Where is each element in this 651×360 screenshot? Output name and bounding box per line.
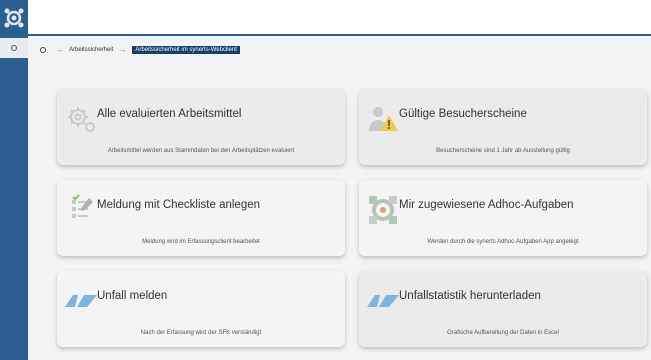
- breadcrumb: → Arbeitssicherheit → Arbeitssicherheit …: [40, 43, 240, 57]
- tile-title: Alle evaluierten Arbeitsmittel: [97, 108, 242, 120]
- tile-title: Gültige Besucherscheine: [399, 108, 527, 120]
- breadcrumb-separator: →: [56, 46, 63, 54]
- tile-mir-zugewiesene-adhoc-aufgaben[interactable]: Mir zugewiesene Adhoc-Aufgaben Werden du…: [359, 180, 647, 256]
- home-icon[interactable]: [40, 47, 46, 53]
- tile-description: Nach der Erfassung wird der SFK verständ…: [140, 330, 262, 336]
- tile-description: Meldung wird im Erfassungsclient bearbei…: [142, 239, 260, 245]
- tile-description: Werden durch die synerts Adhoc-Aufgaben …: [427, 239, 579, 245]
- av-logo-icon: [365, 283, 401, 319]
- sidebar-home-item[interactable]: [0, 38, 28, 58]
- breadcrumb-item-current: Arbeitssicherheit im synerts-Webclient: [132, 46, 240, 54]
- sidebar: [0, 0, 28, 360]
- tile-title: Meldung mit Checkliste anlegen: [97, 199, 261, 211]
- tile-description: Grafische Aufbereitung der Daten in Exce…: [447, 330, 559, 336]
- tile-unfallstatistik-herunterladen[interactable]: Unfallstatistik herunterladen Grafische …: [359, 271, 647, 347]
- tile-description: Besucherscheine sind 1 Jahr ab Ausstellu…: [436, 148, 570, 154]
- breadcrumb-separator: →: [119, 46, 127, 54]
- home-icon: [11, 45, 17, 51]
- tile-unfall-melden[interactable]: Unfall melden Nach der Erfassung wird de…: [57, 271, 345, 347]
- checklist-icon: [63, 192, 99, 228]
- adhoc-tasks-icon: [365, 192, 401, 228]
- top-bar: [28, 0, 651, 36]
- breadcrumb-item-arbeitssicherheit[interactable]: Arbeitssicherheit: [69, 47, 113, 53]
- gears-icon: [63, 101, 99, 137]
- tile-title: Mir zugewiesene Adhoc-Aufgaben: [399, 199, 574, 211]
- tile-description: Arbeitsmittel werden aus Stammdaten bei …: [107, 148, 295, 154]
- tile-alle-evaluierten-arbeitsmittel[interactable]: Alle evaluierten Arbeitsmittel Arbeitsmi…: [57, 89, 345, 165]
- av-logo-icon: [63, 283, 99, 319]
- tile-meldung-mit-checkliste[interactable]: Meldung mit Checkliste anlegen Meldung w…: [57, 180, 345, 256]
- app-logo-icon[interactable]: [0, 0, 28, 35]
- tile-title: Unfall melden: [97, 290, 168, 302]
- visitor-warning-icon: [365, 101, 401, 137]
- tile-gueltige-besucherscheine[interactable]: Gültige Besucherscheine Besucherscheine …: [359, 89, 647, 165]
- tile-title: Unfallstatistik herunterladen: [399, 290, 541, 302]
